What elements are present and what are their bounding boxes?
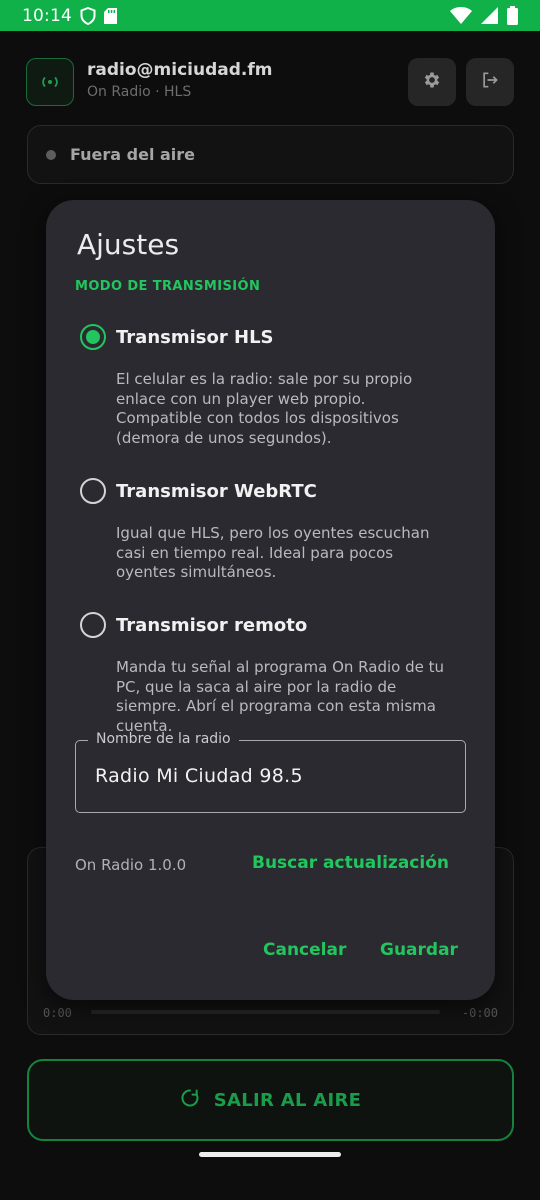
radio-name-input[interactable] bbox=[95, 765, 445, 787]
broadcast-status-card: Fuera del aire bbox=[27, 125, 514, 184]
option-webrtc: Transmisor WebRTC Igual que HLS, pero lo… bbox=[80, 478, 480, 583]
go-on-air-button[interactable]: SALIR AL AIRE bbox=[27, 1059, 514, 1141]
option-webrtc-name: Transmisor WebRTC bbox=[116, 480, 317, 502]
option-webrtc-description: Igual que HLS, pero los oyentes escuchan… bbox=[116, 524, 430, 581]
player-progress-bar[interactable] bbox=[91, 1010, 440, 1014]
option-remote-description: Manda tu señal al programa On Radio de t… bbox=[116, 658, 444, 735]
radio-hls[interactable] bbox=[80, 324, 106, 350]
settings-dialog: Ajustes MODO DE TRANSMISIÓN Transmisor H… bbox=[46, 200, 495, 1000]
dialog-title: Ajustes bbox=[77, 228, 180, 261]
option-remote-row[interactable]: Transmisor remoto bbox=[80, 612, 480, 638]
radio-name-label: Nombre de la radio bbox=[88, 731, 239, 747]
option-remote-name: Transmisor remoto bbox=[116, 614, 308, 636]
logout-button[interactable] bbox=[466, 58, 514, 106]
radio-webrtc[interactable] bbox=[80, 478, 106, 504]
player-elapsed-time: 0:00 bbox=[43, 1006, 72, 1020]
status-dot bbox=[46, 149, 56, 160]
battery-icon bbox=[507, 6, 518, 25]
option-remote: Transmisor remoto Manda tu señal al prog… bbox=[80, 612, 480, 736]
settings-button[interactable] bbox=[408, 58, 456, 106]
shield-icon bbox=[80, 6, 96, 25]
account-subtitle: On Radio · HLS bbox=[87, 84, 192, 100]
status-time: 10:14 bbox=[22, 5, 72, 26]
wifi-icon bbox=[450, 7, 472, 24]
radio-name-field[interactable]: Nombre de la radio bbox=[75, 731, 466, 813]
save-button[interactable]: Guardar bbox=[380, 940, 458, 960]
app-version: On Radio 1.0.0 bbox=[75, 856, 187, 874]
broadcast-status-text: Fuera del aire bbox=[70, 145, 196, 164]
player-remaining-time: -0:00 bbox=[461, 1006, 498, 1020]
section-label-transmission-mode: MODO DE TRANSMISIÓN bbox=[75, 279, 261, 294]
logo-icon bbox=[26, 58, 74, 106]
logout-icon bbox=[480, 70, 500, 94]
sd-card-icon bbox=[104, 7, 117, 24]
gear-icon bbox=[422, 70, 442, 94]
status-bar: 10:14 bbox=[0, 0, 540, 31]
signal-icon bbox=[481, 7, 498, 24]
option-hls: Transmisor HLS El celular es la radio: s… bbox=[80, 324, 480, 448]
power-icon bbox=[180, 1088, 200, 1112]
option-hls-row[interactable]: Transmisor HLS bbox=[80, 324, 480, 350]
radio-remote[interactable] bbox=[80, 612, 106, 638]
check-update-button[interactable]: Buscar actualización bbox=[252, 853, 449, 873]
cancel-button[interactable]: Cancelar bbox=[263, 940, 346, 960]
app-header: radio@miciudad.fm On Radio · HLS bbox=[26, 58, 514, 106]
option-hls-description: El celular es la radio: sale por su prop… bbox=[116, 370, 413, 447]
option-webrtc-row[interactable]: Transmisor WebRTC bbox=[80, 478, 480, 504]
home-gesture-bar[interactable] bbox=[199, 1152, 341, 1157]
go-on-air-label: SALIR AL AIRE bbox=[213, 1089, 362, 1111]
account-info: radio@miciudad.fm On Radio · HLS bbox=[87, 60, 272, 100]
account-email: radio@miciudad.fm bbox=[87, 60, 273, 80]
option-hls-name: Transmisor HLS bbox=[116, 326, 274, 348]
